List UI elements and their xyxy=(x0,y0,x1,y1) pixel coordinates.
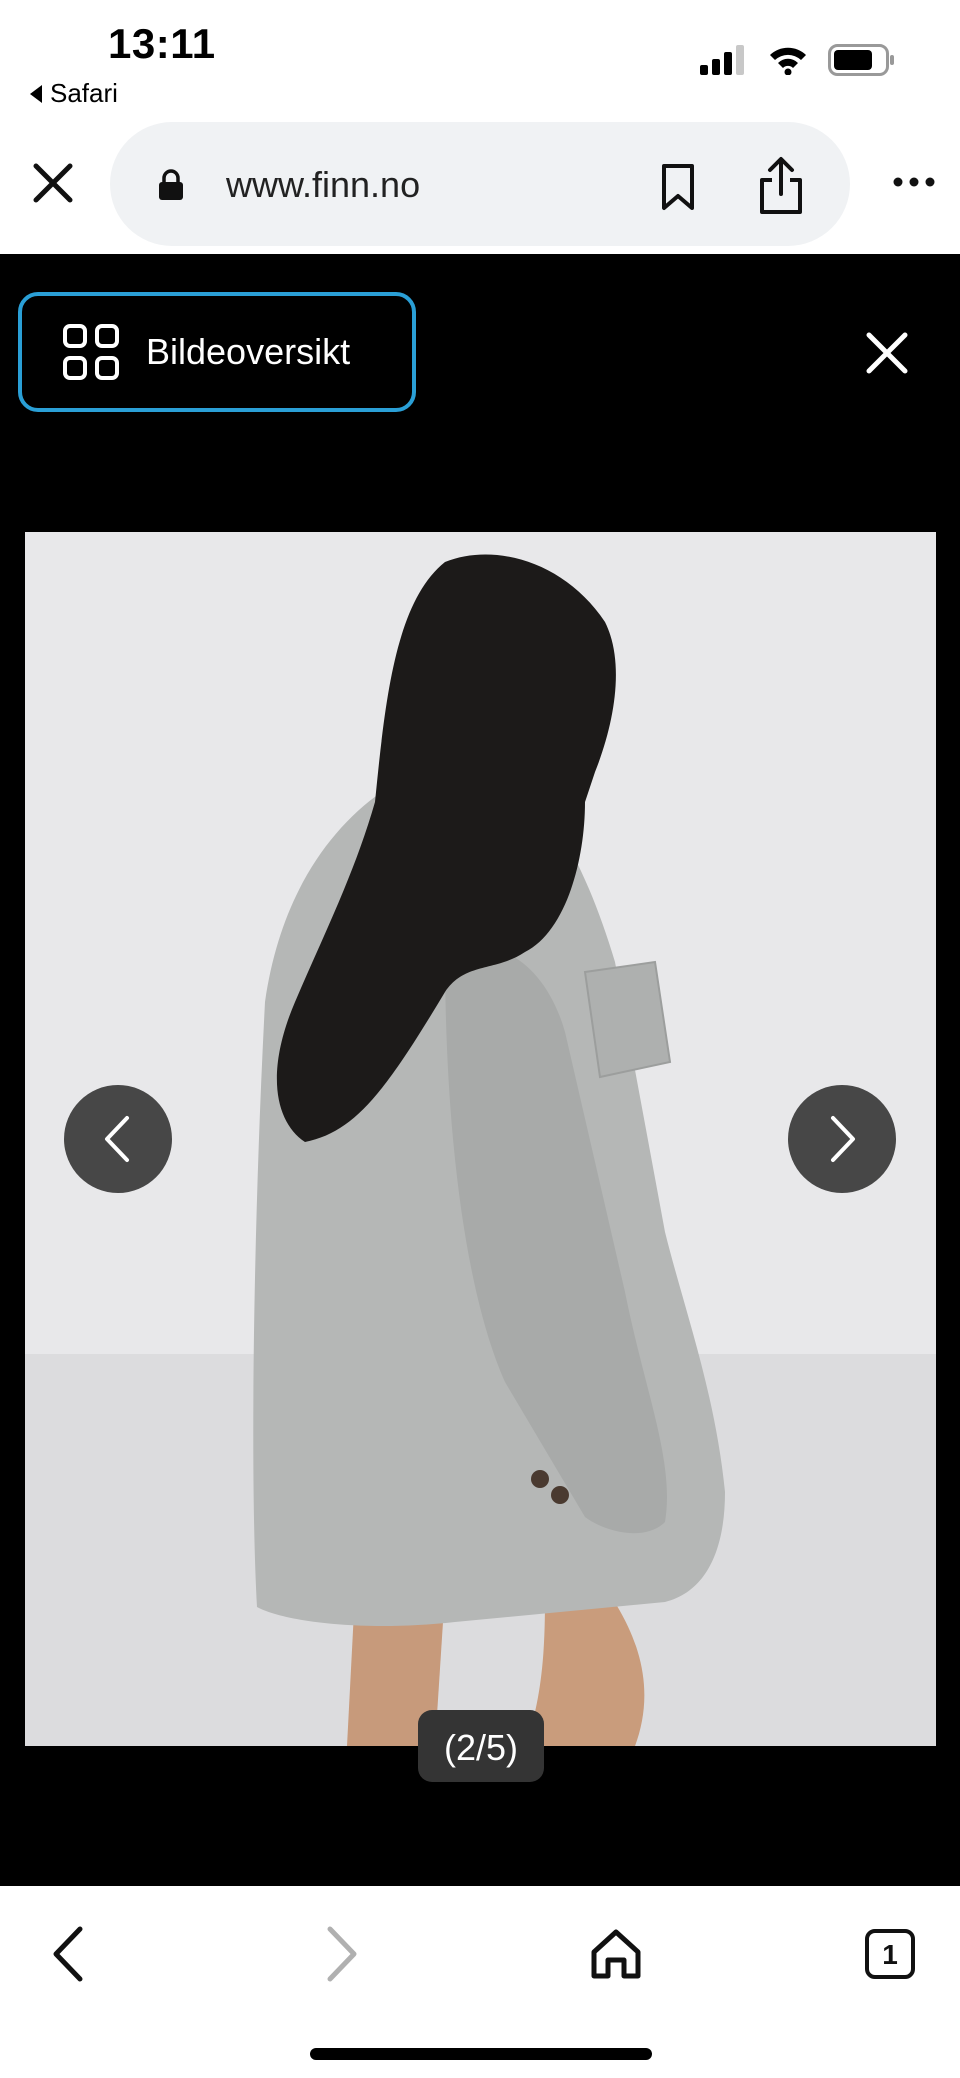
previous-image-button[interactable] xyxy=(64,1085,172,1193)
forward-button[interactable] xyxy=(302,1914,382,1994)
image-viewer: Bildeoversikt (2/5) xyxy=(0,254,960,1886)
back-triangle-icon xyxy=(30,84,42,103)
tabs-count: 1 xyxy=(882,1939,898,1970)
grid-icon xyxy=(63,324,119,380)
share-icon[interactable] xyxy=(756,156,806,216)
battery-icon xyxy=(828,44,894,76)
home-icon xyxy=(591,1929,641,1979)
home-indicator xyxy=(310,2048,652,2060)
image-overview-label: Bildeoversikt xyxy=(146,331,351,372)
next-image-button[interactable] xyxy=(788,1085,896,1193)
bookmark-icon[interactable] xyxy=(656,162,700,212)
more-icon[interactable] xyxy=(892,174,936,190)
forward-icon xyxy=(327,1926,357,1982)
home-button[interactable] xyxy=(576,1914,656,1994)
url-field[interactable]: www.finn.no xyxy=(110,122,850,246)
close-icon[interactable] xyxy=(864,330,910,376)
browser-address-bar: www.finn.no xyxy=(0,118,960,254)
back-icon xyxy=(53,1926,83,1982)
back-to-app-link[interactable]: Safari xyxy=(30,78,118,109)
wifi-icon xyxy=(770,47,806,75)
signal-icon xyxy=(700,45,744,75)
back-button[interactable] xyxy=(28,1914,108,1994)
browser-toolbar: 1 xyxy=(0,1886,960,2078)
chevron-left-icon xyxy=(105,1116,129,1162)
url-text: www.finn.no xyxy=(226,164,421,205)
tabs-button[interactable]: 1 xyxy=(850,1914,930,1994)
back-app-label: Safari xyxy=(50,78,118,108)
status-icons xyxy=(700,44,896,76)
status-bar: 13:11 Safari xyxy=(0,0,960,118)
lock-icon xyxy=(159,169,183,200)
close-icon[interactable] xyxy=(28,158,78,208)
chevron-right-icon xyxy=(831,1116,855,1162)
status-time: 13:11 xyxy=(108,20,216,67)
image-overview-button[interactable]: Bildeoversikt xyxy=(18,292,416,412)
tabs-icon: 1 xyxy=(865,1929,915,1979)
image-counter: (2/5) xyxy=(418,1710,544,1782)
